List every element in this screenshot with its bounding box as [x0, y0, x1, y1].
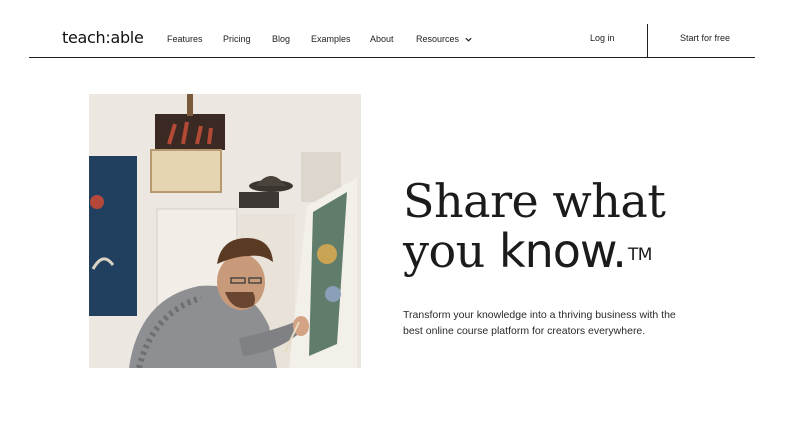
- trademark-mark: TM: [627, 245, 653, 265]
- nav-about[interactable]: About: [370, 34, 394, 44]
- nav-examples[interactable]: Examples: [311, 34, 351, 44]
- headline-know: know.: [498, 224, 627, 278]
- teachable-logo[interactable]: teach:able: [62, 28, 144, 47]
- nav-resources-label: Resources: [416, 34, 460, 44]
- hero-subtitle: Transform your knowledge into a thriving…: [403, 309, 676, 337]
- headline-line-1: Share what: [403, 174, 666, 228]
- chevron-down-icon: [465, 37, 472, 42]
- artist-illustration: [89, 94, 361, 368]
- login-link[interactable]: Log in: [590, 33, 615, 43]
- nav-pricing[interactable]: Pricing: [223, 34, 251, 44]
- start-for-free-button[interactable]: Start for free: [680, 33, 730, 43]
- header-divider: [647, 24, 648, 58]
- hero-photo-artist-painting: [89, 94, 361, 368]
- site-header: teach:able Features Pricing Blog Example…: [29, 0, 755, 58]
- nav-resources[interactable]: Resources: [416, 34, 473, 44]
- nav-features[interactable]: Features: [167, 34, 203, 44]
- headline-you: you: [403, 224, 499, 278]
- hero-headline: Share what you know. TM: [403, 176, 703, 276]
- nav-blog[interactable]: Blog: [272, 34, 290, 44]
